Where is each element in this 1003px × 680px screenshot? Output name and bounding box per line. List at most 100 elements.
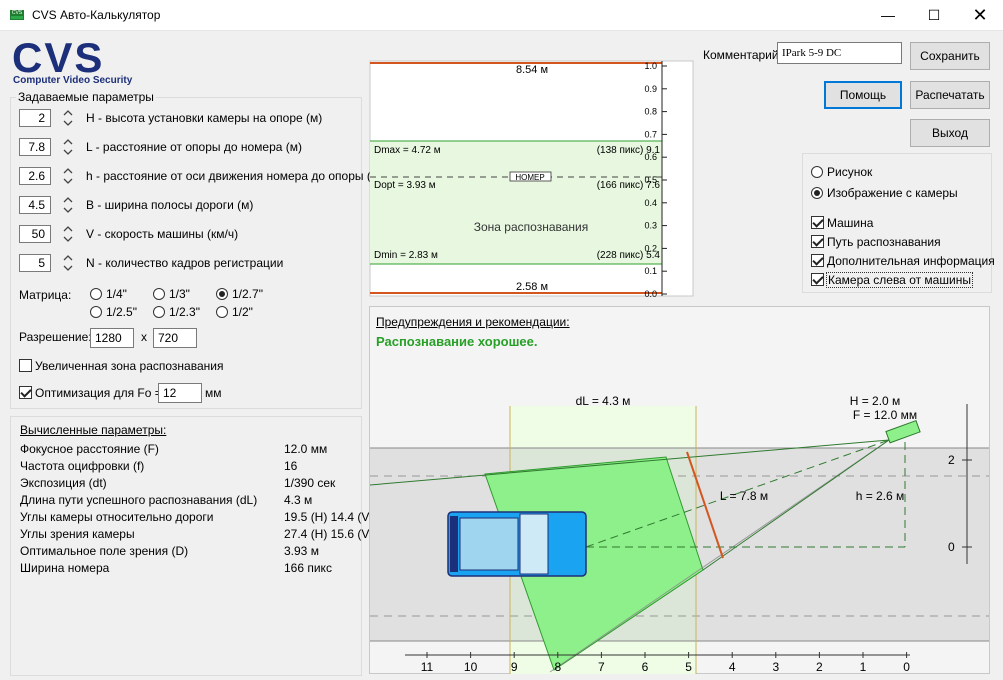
dmin-right: (228 пикс) 5.4 xyxy=(597,250,661,261)
app-icon: CVS xyxy=(10,10,24,20)
param-label: V - скорость машины (км/ч) xyxy=(86,227,239,241)
optimize-label: Оптимизация для Fo = xyxy=(35,386,162,400)
enlarged-zone-label: Увеличенная зона распознавания xyxy=(35,359,224,373)
calc-row-label: Углы камеры относительно дороги xyxy=(20,510,214,524)
spin-arrows-icon[interactable] xyxy=(62,194,74,216)
param-label: N - количество кадров регистрации xyxy=(86,256,284,270)
L-label: L = 7.8 м xyxy=(720,489,768,503)
camera-left-label: Камера слева от машины xyxy=(826,272,973,288)
calc-row-value: 27.4 (H) 15.6 (V) xyxy=(284,527,374,541)
matrix-radio-label: 1/2.7" xyxy=(232,287,263,301)
zone-scale-tick: 0.7 xyxy=(644,129,657,139)
res-width-input[interactable]: 1280 xyxy=(90,328,134,348)
x-tick-label: 11 xyxy=(421,660,434,674)
matrix-radio-label: 1/2.5" xyxy=(106,305,137,319)
zone-top-label: 8.54 м xyxy=(516,64,548,76)
calc-row-label: Частота оцифровки (f) xyxy=(20,459,145,473)
matrix-radio[interactable] xyxy=(216,288,228,300)
warn-title: Предупреждения и рекомендации: xyxy=(376,315,570,329)
param-value-input[interactable]: 2 xyxy=(19,109,51,127)
extra-info-label: Дополнительная информация xyxy=(827,254,995,268)
x-tick-label: 7 xyxy=(598,660,605,674)
zone-scale-tick: 1.0 xyxy=(644,61,657,71)
enlarged-zone-checkbox[interactable] xyxy=(19,359,32,372)
optimize-input[interactable]: 12 xyxy=(158,383,202,403)
calc-row-label: Ширина номера xyxy=(20,561,110,575)
car-checkbox[interactable] xyxy=(811,216,824,229)
F-label: F = 12.0 мм xyxy=(853,408,917,422)
spin-arrows-icon[interactable] xyxy=(62,223,74,245)
zone-scale-tick: 0.4 xyxy=(644,198,657,208)
spin-arrows-icon[interactable] xyxy=(62,165,74,187)
print-button[interactable]: Распечатать xyxy=(910,81,990,109)
cvs-logo: CVS Computer Video Security xyxy=(12,38,133,86)
matrix-radio[interactable] xyxy=(216,306,228,318)
exit-button[interactable]: Выход xyxy=(910,119,990,147)
matrix-radio-label: 1/2" xyxy=(232,305,253,319)
x-tick-label: 5 xyxy=(685,660,692,674)
matrix-radio[interactable] xyxy=(90,306,102,318)
calc-row-label: Экспозиция (dt) xyxy=(20,476,107,490)
zone-scale-tick: 0.9 xyxy=(644,84,657,94)
calc-row-label: Углы зрения камеры xyxy=(20,527,135,541)
extra-info-checkbox[interactable] xyxy=(811,254,824,267)
matrix-radio[interactable] xyxy=(90,288,102,300)
maximize-icon[interactable]: ☐ xyxy=(911,0,957,30)
x-tick-label: 6 xyxy=(642,660,649,674)
minimize-icon[interactable]: — xyxy=(865,0,911,30)
matrix-radio[interactable] xyxy=(153,288,165,300)
x-tick-label: 9 xyxy=(511,660,518,674)
car-label: Машина xyxy=(827,216,874,230)
matrix-radio[interactable] xyxy=(153,306,165,318)
resolution-label: Разрешение: xyxy=(19,330,92,344)
calc-row-label: Длина пути успешного распознавания (dL) xyxy=(20,493,258,507)
y2-label: 2 xyxy=(948,453,955,467)
optimize-checkbox[interactable] xyxy=(19,386,32,399)
spin-arrows-icon[interactable] xyxy=(62,107,74,129)
param-label: H - высота установки камеры на опоре (м) xyxy=(86,111,323,125)
x-tick-label: 1 xyxy=(860,660,867,674)
calc-row-label: Фокусное расстояние (F) xyxy=(20,442,159,456)
calc-title: Вычисленные параметры: xyxy=(20,423,167,437)
param-value-input[interactable]: 50 xyxy=(19,225,51,243)
res-height-input[interactable]: 720 xyxy=(153,328,197,348)
matrix-radio-label: 1/4" xyxy=(106,287,127,301)
help-button[interactable]: Помощь xyxy=(824,81,902,109)
x-tick-label: 8 xyxy=(554,660,561,674)
radio-camera[interactable] xyxy=(811,187,823,199)
param-value-input[interactable]: 4.5 xyxy=(19,196,51,214)
calc-row-value: 166 пикс xyxy=(284,561,332,575)
zone-scale-tick: 0.0 xyxy=(644,289,657,297)
zone-scale-tick: 0.8 xyxy=(644,107,657,117)
save-button[interactable]: Сохранить xyxy=(910,42,990,70)
spin-arrows-icon[interactable] xyxy=(62,136,74,158)
path-checkbox[interactable] xyxy=(811,235,824,248)
comment-input[interactable]: IPark 5-9 DC xyxy=(777,42,902,64)
dopt-label: Dopt = 3.93 м xyxy=(374,180,436,191)
radio-picture-label: Рисунок xyxy=(827,165,873,179)
h-label: h = 2.6 м xyxy=(856,489,905,503)
radio-picture[interactable] xyxy=(811,166,823,178)
zone-scale-tick: 0.1 xyxy=(644,266,657,276)
close-icon[interactable]: ✕ xyxy=(957,0,1003,30)
window-title: CVS Авто-Калькулятор xyxy=(32,8,161,22)
dl-label: dL = 4.3 м xyxy=(576,394,631,408)
param-value-input[interactable]: 2.6 xyxy=(19,167,51,185)
camera-left-checkbox[interactable] xyxy=(811,273,824,286)
matrix-label: Матрица: xyxy=(19,288,72,302)
param-value-input[interactable]: 7.8 xyxy=(19,138,51,156)
car-icon xyxy=(447,511,587,577)
dmax-right: (138 пикс) 9.1 xyxy=(597,145,661,156)
zone-bottom-label: 2.58 м xyxy=(516,281,548,293)
matrix-radio-label: 1/2.3" xyxy=(169,305,200,319)
y0-label: 0 xyxy=(948,540,955,554)
spin-arrows-icon[interactable] xyxy=(62,252,74,274)
dmax-label: Dmax = 4.72 м xyxy=(374,145,441,156)
path-label: Путь распознавания xyxy=(827,235,941,249)
param-value-input[interactable]: 5 xyxy=(19,254,51,272)
x-tick-label: 10 xyxy=(464,660,478,674)
calc-row-value: 12.0 мм xyxy=(284,442,328,456)
res-x-label: x xyxy=(141,330,147,344)
x-tick-label: 3 xyxy=(772,660,779,674)
comment-label: Комментарий xyxy=(703,48,779,62)
